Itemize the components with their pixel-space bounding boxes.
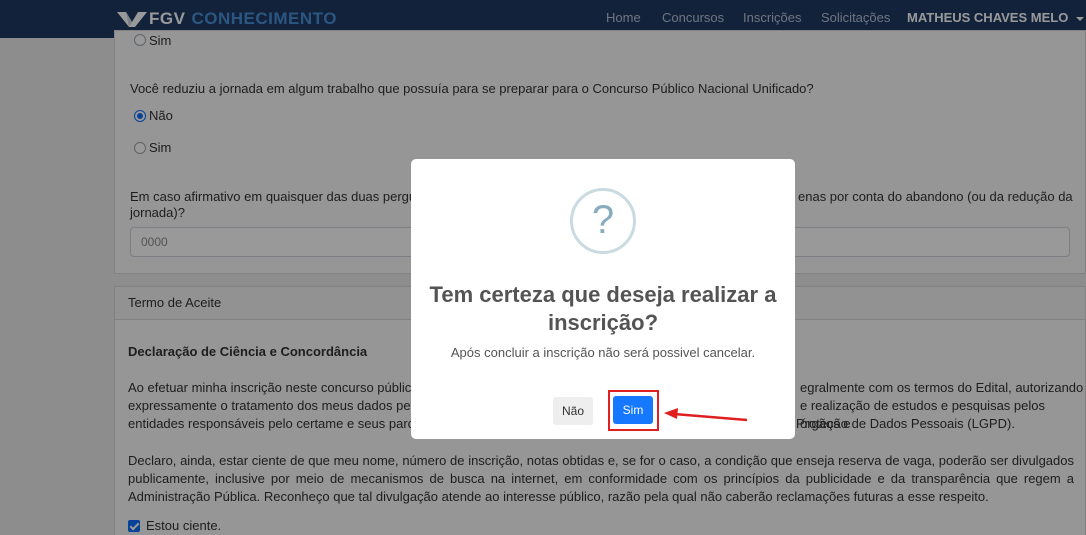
- dialog-message: Após concluir a inscrição não será possi…: [450, 345, 756, 360]
- dialog-title: Tem certeza que deseja realizar a inscri…: [429, 282, 777, 335]
- highlight-box: [608, 390, 659, 431]
- annotation-arrow-icon: [664, 408, 748, 422]
- cancel-button[interactable]: Não: [553, 397, 593, 425]
- confirm-dialog: ? Tem certeza que deseja realizar a insc…: [411, 159, 795, 439]
- question-mark-icon: ?: [570, 188, 636, 254]
